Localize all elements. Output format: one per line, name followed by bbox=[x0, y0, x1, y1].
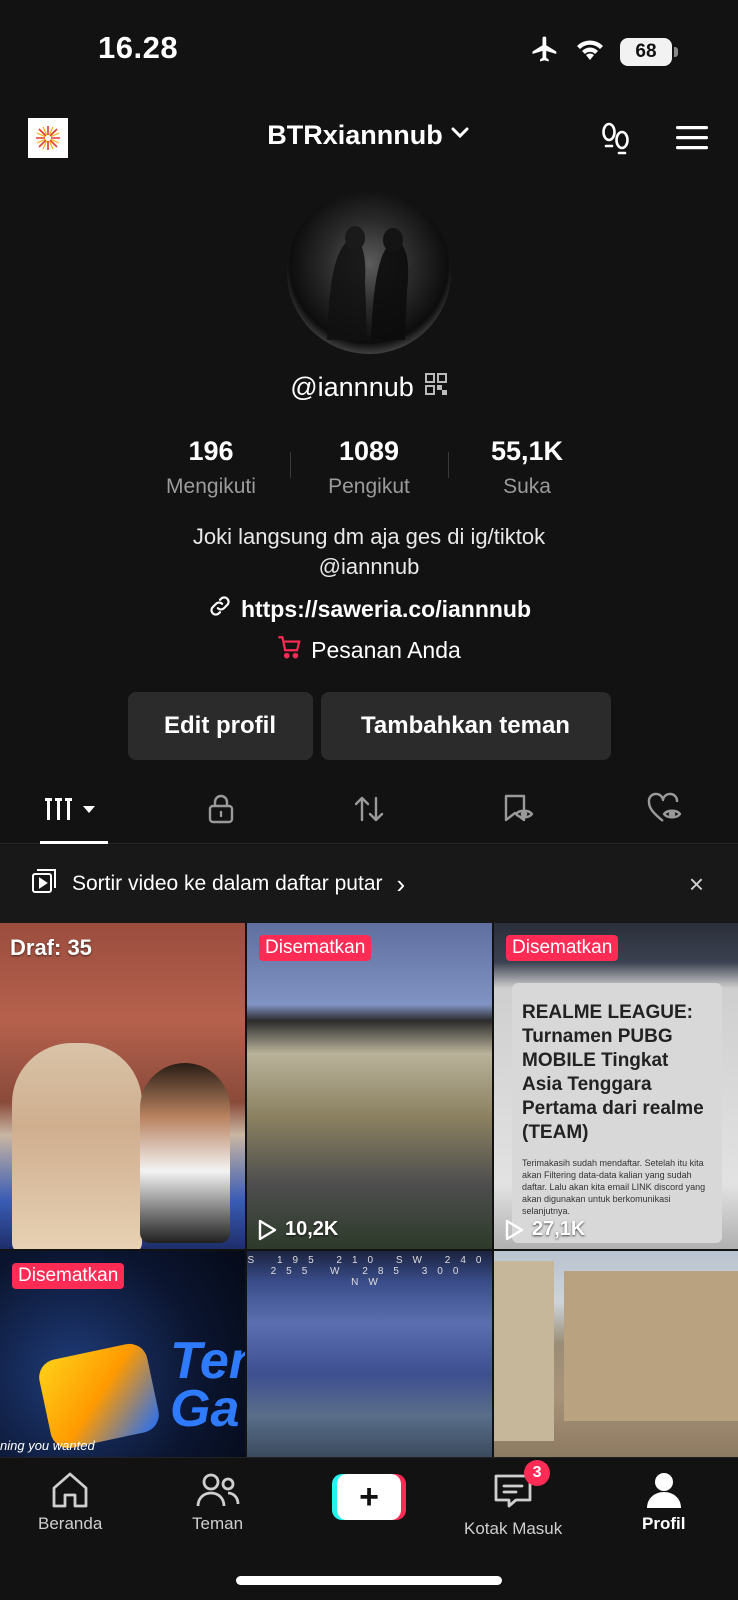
video-tile[interactable]: Ten Ga ning you wanted Disematkan bbox=[0, 1251, 245, 1457]
play-icon bbox=[258, 1219, 277, 1240]
bio-line-2: @iannnub bbox=[318, 554, 420, 579]
stat-likes-label: Suka bbox=[503, 475, 551, 498]
tab-reposts[interactable] bbox=[295, 780, 443, 843]
profile-handle: @iannnub bbox=[0, 372, 738, 403]
close-banner-button[interactable]: × bbox=[689, 869, 704, 900]
stat-followers[interactable]: 1089 Pengikut bbox=[290, 436, 448, 499]
thumbnail-building bbox=[564, 1271, 738, 1421]
thumbnail-caption: ning you wanted bbox=[0, 1438, 95, 1453]
bio-line-1: Joki langsung dm aja ges di ig/tiktok bbox=[192, 524, 546, 549]
nav-inbox-label: Kotak Masuk bbox=[464, 1519, 563, 1538]
profile-stats: 196 Mengikuti 1089 Pengikut 55,1K Suka bbox=[0, 436, 738, 499]
wifi-icon bbox=[574, 36, 606, 67]
avatar[interactable] bbox=[287, 190, 451, 354]
battery-indicator: 68 bbox=[620, 37, 678, 66]
add-friend-button[interactable]: Tambahkan teman bbox=[320, 692, 611, 760]
video-tile[interactable] bbox=[494, 1251, 738, 1457]
view-count: 27,1K bbox=[504, 1218, 585, 1241]
profile-actions: Edit profil Tambahkan teman bbox=[0, 692, 738, 760]
lock-icon bbox=[205, 793, 237, 830]
nav-inbox[interactable]: 3 Kotak Masuk bbox=[464, 1460, 563, 1539]
video-tile[interactable]: REALME LEAGUE: Turnamen PUBG MOBILE Ting… bbox=[494, 923, 738, 1249]
stat-following-value: 196 bbox=[188, 436, 234, 466]
video-grid: Draf: 35 Disematkan 10,2K REALME LEAGUE:… bbox=[0, 923, 738, 1457]
orders-label: Pesanan Anda bbox=[311, 636, 461, 663]
nav-home[interactable]: Beranda bbox=[38, 1470, 102, 1534]
nav-home-label: Beranda bbox=[38, 1514, 103, 1533]
thumbnail-compass: S 195 210 SW 240 255 W 285 300 NW bbox=[247, 1255, 492, 1288]
qr-code-icon[interactable] bbox=[424, 372, 448, 403]
pinned-badge: Disematkan bbox=[259, 935, 372, 961]
stat-following[interactable]: 196 Mengikuti bbox=[132, 436, 290, 499]
sign-title: REALME LEAGUE: Turnamen PUBG MOBILE Ting… bbox=[522, 1002, 704, 1143]
draft-count: Draf: 35 bbox=[10, 935, 92, 960]
thumbnail-sign: REALME LEAGUE: Turnamen PUBG MOBILE Ting… bbox=[512, 983, 722, 1243]
plus-icon: + bbox=[337, 1474, 401, 1520]
view-count-text: 27,1K bbox=[532, 1218, 586, 1240]
play-icon bbox=[505, 1219, 524, 1240]
nav-friends[interactable]: Teman bbox=[192, 1470, 243, 1534]
handle-text: @iannnub bbox=[290, 372, 414, 402]
status-bar: 16.28 68 bbox=[0, 0, 738, 100]
nav-friends-label: Teman bbox=[192, 1514, 244, 1533]
stat-likes[interactable]: 55,1K Suka bbox=[448, 436, 606, 499]
profile-tabs bbox=[0, 780, 738, 844]
status-time: 16.28 bbox=[98, 30, 179, 65]
airplane-icon bbox=[530, 34, 560, 69]
tab-favorites[interactable] bbox=[443, 780, 591, 843]
inbox-badge: 3 bbox=[524, 1460, 551, 1486]
grid-filter-icon bbox=[44, 794, 103, 829]
nav-profile[interactable]: Profil bbox=[642, 1470, 685, 1534]
friends-icon bbox=[196, 1473, 239, 1507]
stat-followers-value: 1089 bbox=[338, 436, 400, 466]
thumbnail-person bbox=[140, 1063, 230, 1243]
profile-header: BTRxiannnub bbox=[0, 110, 738, 170]
menu-icon[interactable] bbox=[674, 123, 710, 158]
video-tile-draft[interactable]: Draf: 35 bbox=[0, 923, 245, 1249]
tab-videos[interactable] bbox=[0, 780, 148, 844]
orders-link[interactable]: Pesanan Anda bbox=[0, 634, 738, 666]
sign-body: Terimakasih sudah mendaftar. Setelah itu… bbox=[522, 1158, 706, 1216]
video-tile[interactable]: S 195 210 SW 240 255 W 285 300 NW bbox=[247, 1251, 492, 1457]
stat-followers-label: Pengikut bbox=[328, 475, 410, 498]
bookmark-hidden-icon bbox=[500, 792, 534, 831]
playlist-icon bbox=[30, 867, 58, 901]
stat-following-label: Mengikuti bbox=[166, 475, 256, 498]
inbox-icon-wrap: 3 bbox=[492, 1460, 551, 1515]
link-icon bbox=[207, 593, 233, 625]
playlist-banner[interactable]: Sortir video ke dalam daftar putar › × bbox=[0, 845, 738, 923]
cart-icon bbox=[277, 634, 303, 666]
video-tile[interactable]: Disematkan 10,2K bbox=[247, 923, 492, 1249]
chevron-down-icon bbox=[449, 120, 471, 151]
edit-profile-button[interactable]: Edit profil bbox=[127, 692, 313, 760]
pinned-badge: Disematkan bbox=[12, 1263, 125, 1289]
view-count-text: 10,2K bbox=[285, 1218, 339, 1240]
home-indicator bbox=[236, 1576, 502, 1585]
profile-link-text: https://saweria.co/iannnub bbox=[240, 595, 532, 622]
home-icon bbox=[52, 1472, 88, 1508]
tab-private[interactable] bbox=[148, 780, 296, 843]
repost-icon bbox=[352, 792, 386, 831]
account-username: BTRxiannnub bbox=[267, 120, 443, 150]
status-icons: 68 bbox=[530, 34, 678, 69]
profile-icon bbox=[646, 1473, 681, 1508]
view-count: 10,2K bbox=[257, 1218, 338, 1241]
stat-likes-value: 55,1K bbox=[490, 436, 564, 466]
profile-link[interactable]: https://saweria.co/iannnub bbox=[0, 593, 738, 625]
thumbnail-person bbox=[12, 1043, 142, 1249]
footprints-icon[interactable] bbox=[598, 120, 634, 161]
heart-hidden-icon bbox=[646, 792, 682, 831]
game-logo-icon bbox=[35, 1340, 163, 1452]
pinned-badge: Disematkan bbox=[506, 935, 619, 961]
chevron-right-icon: › bbox=[396, 868, 406, 899]
create-button[interactable]: + bbox=[332, 1474, 406, 1520]
profile-bio: Joki langsung dm aja ges di ig/tiktok @i… bbox=[0, 522, 738, 582]
tab-liked[interactable] bbox=[590, 780, 738, 843]
banner-text: Sortir video ke dalam daftar putar bbox=[72, 872, 383, 895]
game-logo-text: Ten Ga bbox=[170, 1332, 245, 1438]
nav-profile-label: Profil bbox=[642, 1514, 686, 1533]
thumbnail-building bbox=[494, 1261, 554, 1441]
